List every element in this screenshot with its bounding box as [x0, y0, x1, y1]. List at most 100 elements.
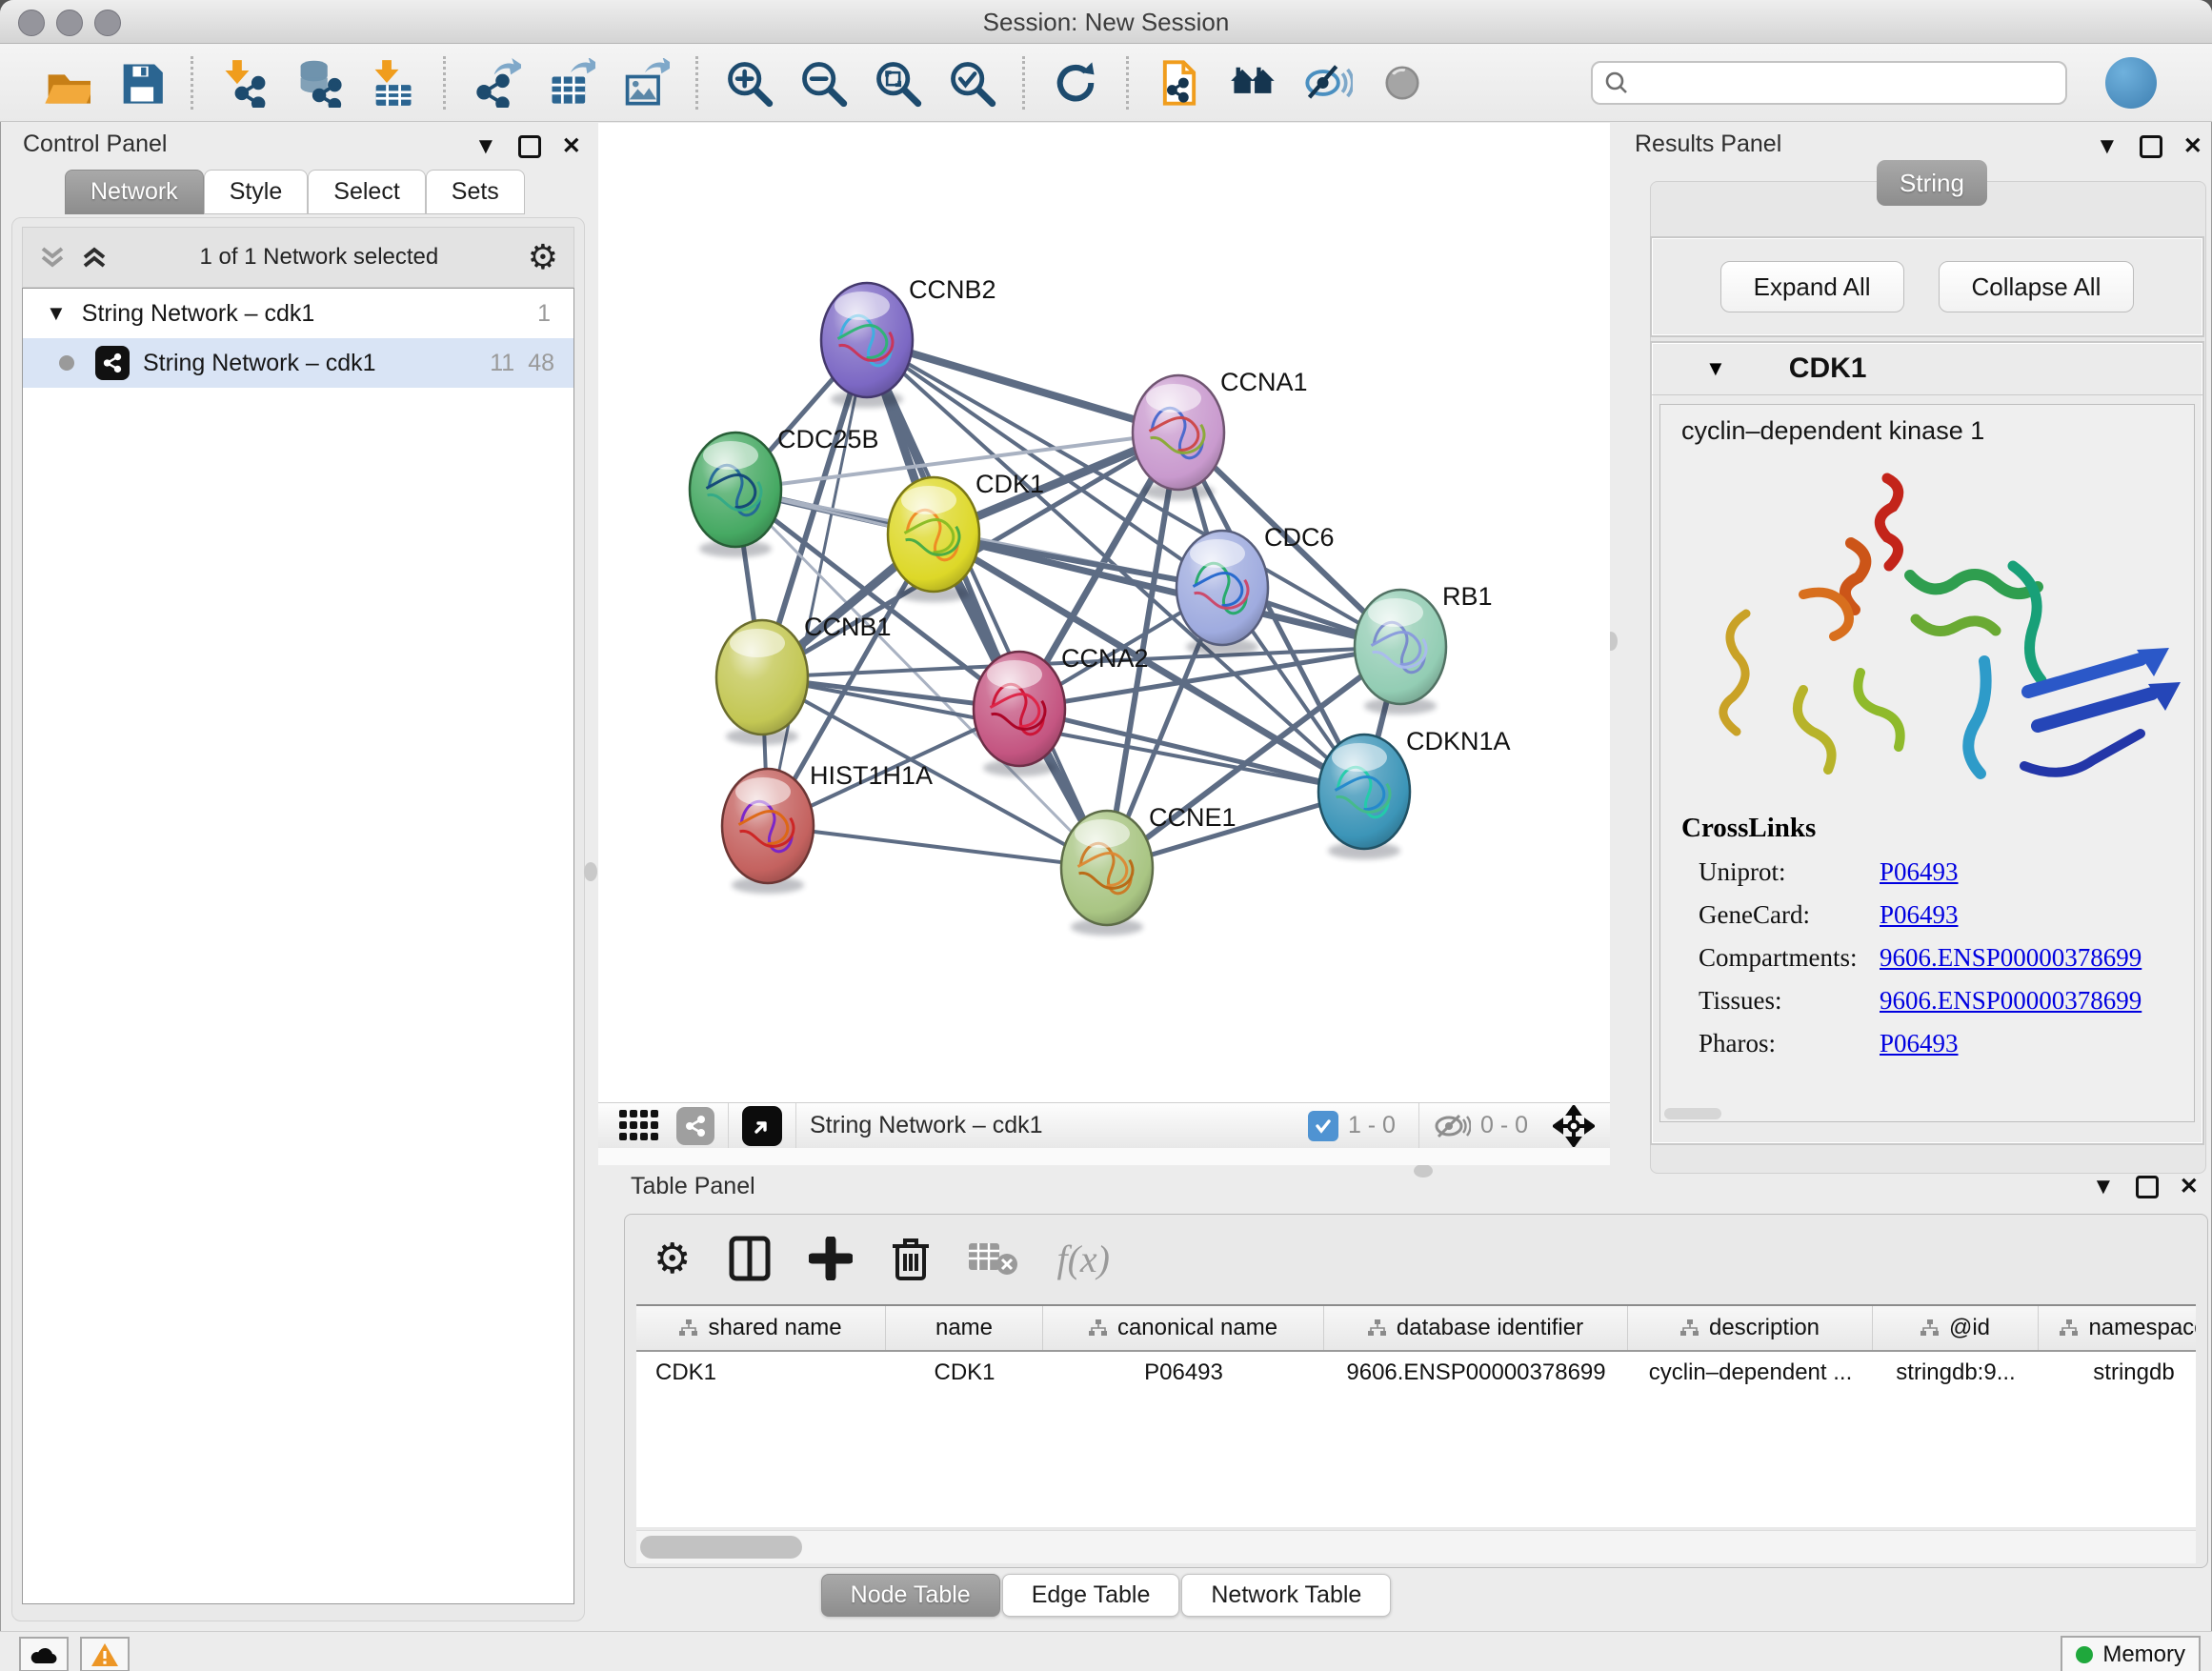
node-CCNB2[interactable]: CCNB2	[821, 275, 996, 408]
function-builder-icon: f(x)	[1056, 1237, 1110, 1281]
application-window: Session: New Session Control Panel ▼ ✕ N…	[0, 0, 2212, 1671]
node-CCNA1[interactable]: CCNA1	[1133, 368, 1308, 500]
edge-CCNB2-HIST1H1A[interactable]	[768, 340, 867, 826]
column-header-canonical-name[interactable]: canonical name	[1043, 1306, 1324, 1350]
tab-select[interactable]: Select	[308, 170, 425, 214]
table-body: CDK1CDK1P064939606.ENSP00000378699cyclin…	[636, 1352, 2196, 1394]
open-in-browser-icon[interactable]	[742, 1106, 782, 1146]
node-CCNE1[interactable]: CCNE1	[1061, 803, 1237, 936]
network-canvas[interactable]: CCNB2 CCNA1 CDC25B CDK1 CDC6 RB1 CCNB1 C…	[598, 123, 1610, 1102]
network-options-gear-icon[interactable]: ⚙	[528, 237, 558, 277]
collection-disclosure-icon[interactable]: ▼	[46, 301, 67, 326]
save-session-button[interactable]	[112, 55, 168, 111]
selected-nodes-checkbox-icon[interactable]	[1308, 1111, 1338, 1141]
zoom-fit-button[interactable]	[870, 55, 925, 111]
node-HIST1H1A[interactable]: HIST1H1A	[722, 761, 933, 894]
cloud-icon	[30, 1644, 58, 1665]
tab-node-table[interactable]: Node Table	[821, 1574, 1000, 1617]
collapse-panel-icon[interactable]: ▼	[474, 135, 497, 158]
column-header-namespace[interactable]: namespace	[2039, 1306, 2196, 1350]
network-collection-row[interactable]: ▼ String Network – cdk1 1	[23, 289, 573, 338]
node-label-RB1: RB1	[1442, 582, 1493, 611]
left-splitter-handle[interactable]	[584, 862, 597, 881]
control-panel-header-icons: ▼ ✕	[474, 135, 581, 158]
zoom-selected-button[interactable]	[944, 55, 999, 111]
hide-unhide-button[interactable]	[1300, 55, 1356, 111]
delete-table-icon	[969, 1239, 1018, 1278]
network-row-selected[interactable]: String Network – cdk1 11 48	[23, 338, 573, 388]
export-image-button[interactable]	[617, 55, 673, 111]
inspect-eye-button[interactable]	[1375, 55, 1430, 111]
edge-CCNB2-CCNA1[interactable]	[867, 340, 1178, 433]
import-network-button[interactable]	[216, 55, 271, 111]
refresh-button[interactable]	[1048, 55, 1103, 111]
search-input[interactable]	[1591, 61, 2067, 105]
float-panel-icon[interactable]	[518, 135, 541, 158]
zoom-out-button[interactable]	[795, 55, 851, 111]
collapse-all-button[interactable]: Collapse All	[1939, 261, 2135, 312]
toolbar-separator	[443, 56, 446, 110]
crosslinks-list: Uniprot: P06493GeneCard: P06493Compartme…	[1660, 857, 2194, 1058]
column-header-shared-name[interactable]: shared name	[636, 1306, 886, 1350]
table-hscroll-thumb[interactable]	[640, 1536, 802, 1559]
edge-HIST1H1A-CCNE1[interactable]	[768, 826, 1107, 868]
crosslink-link[interactable]: 9606.ENSP00000378699	[1880, 986, 2142, 1016]
open-session-button[interactable]	[38, 55, 93, 111]
export-table-button[interactable]	[543, 55, 598, 111]
node-label-CDKN1A: CDKN1A	[1406, 727, 1511, 755]
node-CCNB1[interactable]: CCNB1	[716, 613, 892, 745]
expand-all-button[interactable]: Expand All	[1720, 261, 1904, 312]
edge-CCNA2-CDKN1A[interactable]	[1019, 709, 1364, 792]
node-label-CDC25B: CDC25B	[777, 425, 879, 453]
crosslink-link[interactable]: P06493	[1880, 857, 1959, 887]
birds-eye-view-icon[interactable]	[619, 1110, 659, 1142]
fit-selected-crosshair-icon[interactable]	[1553, 1105, 1595, 1147]
horizontal-splitter-handle[interactable]	[1414, 1164, 1433, 1178]
crosslink-link[interactable]: P06493	[1880, 900, 1959, 930]
warnings-button[interactable]	[80, 1637, 130, 1671]
close-panel-icon[interactable]: ✕	[562, 135, 581, 158]
tab-sets[interactable]: Sets	[426, 170, 525, 214]
import-database-button[interactable]	[291, 55, 346, 111]
column-header-description[interactable]: description	[1628, 1306, 1873, 1350]
close-table-icon[interactable]: ✕	[2180, 1176, 2199, 1198]
tab-network-table[interactable]: Network Table	[1181, 1574, 1391, 1617]
collapse-all-networks-icon[interactable]	[36, 243, 69, 272]
collapse-table-icon[interactable]: ▼	[2092, 1176, 2115, 1198]
crosslink-link[interactable]: P06493	[1880, 1029, 1959, 1058]
cloud-status-button[interactable]	[19, 1637, 69, 1671]
memory-button[interactable]: Memory	[2061, 1636, 2201, 1671]
delete-column-trash-icon[interactable]	[891, 1235, 931, 1282]
node-CCNA2[interactable]: CCNA2	[974, 644, 1149, 776]
home-button[interactable]	[1226, 55, 1281, 111]
node-label-CDC6: CDC6	[1264, 523, 1335, 552]
import-table-button[interactable]	[365, 55, 420, 111]
node-RB1[interactable]: RB1	[1355, 582, 1493, 715]
crosslink-link[interactable]: 9606.ENSP00000378699	[1880, 943, 2142, 973]
tab-edge-table[interactable]: Edge Table	[1002, 1574, 1180, 1617]
save-session-icon	[115, 58, 165, 108]
show-columns-icon[interactable]	[729, 1235, 771, 1282]
table-row[interactable]: CDK1CDK1P064939606.ENSP00000378699cyclin…	[636, 1352, 2196, 1394]
table-settings-gear-icon[interactable]: ⚙	[654, 1235, 691, 1283]
tab-style[interactable]: Style	[204, 170, 309, 214]
help-button[interactable]	[2105, 57, 2157, 109]
tab-string[interactable]: String	[1877, 160, 1987, 206]
string-document-button[interactable]	[1152, 55, 1207, 111]
gene-entry-header[interactable]: ▼ CDK1	[1652, 343, 2202, 395]
float-table-icon[interactable]	[2136, 1176, 2159, 1198]
column-header-name[interactable]: name	[886, 1306, 1043, 1350]
column-header--id[interactable]: @id	[1873, 1306, 2039, 1350]
add-column-plus-icon[interactable]	[809, 1237, 853, 1280]
column-header-database-identifier[interactable]: database identifier	[1324, 1306, 1628, 1350]
results-hscroll-thumb[interactable]	[1664, 1108, 1721, 1119]
inspect-eye-icon	[1377, 58, 1427, 108]
tab-network[interactable]: Network	[65, 170, 204, 214]
node-CDKN1A[interactable]: CDKN1A	[1318, 727, 1511, 859]
collection-name: String Network – cdk1	[82, 300, 524, 328]
zoom-in-button[interactable]	[721, 55, 776, 111]
export-network-button[interactable]	[469, 55, 524, 111]
gene-disclosure-icon[interactable]: ▼	[1705, 356, 1726, 381]
expand-all-networks-icon[interactable]	[78, 243, 111, 272]
string-panel-toggle-icon[interactable]	[676, 1107, 714, 1145]
